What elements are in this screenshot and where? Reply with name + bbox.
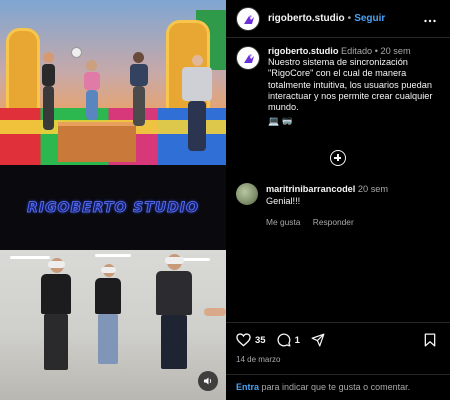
avatar-figure [128,52,150,128]
more-options-button[interactable] [424,11,436,26]
studio-logo-icon [244,14,254,24]
avatar-figure [178,55,214,155]
comment-reply-button[interactable]: Responder [313,217,354,227]
comment-icon[interactable] [277,333,291,347]
header-username[interactable]: rigoberto.studio [268,13,345,24]
logo-band: RIGOBERTO STUDIO [0,165,226,250]
share-icon[interactable] [311,333,325,347]
arm-partial [204,308,226,328]
bookmark-icon[interactable] [424,333,436,347]
speaker-icon [204,377,212,385]
caption-avatar[interactable] [236,46,260,70]
edited-label: Editado [341,46,373,56]
comment-text: Genial!!! [266,196,301,206]
ceiling-light [95,254,131,257]
person-with-headset [92,264,124,372]
commenter-avatar[interactable] [236,183,258,205]
comment-time[interactable]: 20 sem [358,184,388,194]
more-icon [424,19,436,23]
login-link[interactable]: Entra [236,382,259,392]
virtual-scene-image [0,0,226,165]
post-date[interactable]: 14 de marzo [236,355,280,364]
comments-count[interactable]: 1 [295,335,300,346]
follow-button[interactable]: Seguir [354,13,385,24]
studio-logo-icon [244,54,254,63]
caption-username[interactable]: rigoberto.studio [268,46,338,56]
login-prompt-text: para indicar que te gusta o comentar. [259,382,411,392]
wooden-platform [58,122,136,162]
profile-avatar[interactable] [236,6,260,31]
avatar-figure [82,60,102,122]
real-photo [0,250,226,400]
caption-emojis: 💻 🥽 [268,116,293,127]
separator-dot: • [374,46,378,56]
separator-dot: • [347,13,352,24]
post-sidebar: rigoberto.studio • Seguir rigoberto.stud… [226,0,450,400]
post-media[interactable]: RIGOBERTO STUDIO [0,0,226,400]
studio-logo-text: RIGOBERTO STUDIO [27,199,199,216]
person-with-headset [152,254,196,374]
load-more-comments-button[interactable] [330,150,346,166]
login-prompt: Entra para indicar que te gusta o coment… [226,374,450,400]
likes-count[interactable]: 35 [255,335,266,346]
post-actions: 35 1 14 de marzo [226,322,450,374]
bouncy-arch-left [6,28,40,118]
person-with-headset [38,258,74,376]
post-caption: rigoberto.studio Editado • 20 sem Nuestr… [236,46,442,127]
mute-button[interactable] [198,371,218,391]
caption-text: Nuestro sistema de sincronización "RigoC… [268,57,433,113]
post-header: rigoberto.studio • Seguir [226,0,450,38]
ball [71,47,82,58]
comment-username[interactable]: maritrinibarrancodel [266,184,355,194]
heart-icon[interactable] [236,333,251,347]
caption-time[interactable]: 20 sem [381,46,411,56]
comment-item: maritrinibarrancodel 20 sem Genial!!! Me… [236,183,442,228]
comment-like-button[interactable]: Me gusta [266,217,300,227]
avatar-figure [40,52,58,132]
